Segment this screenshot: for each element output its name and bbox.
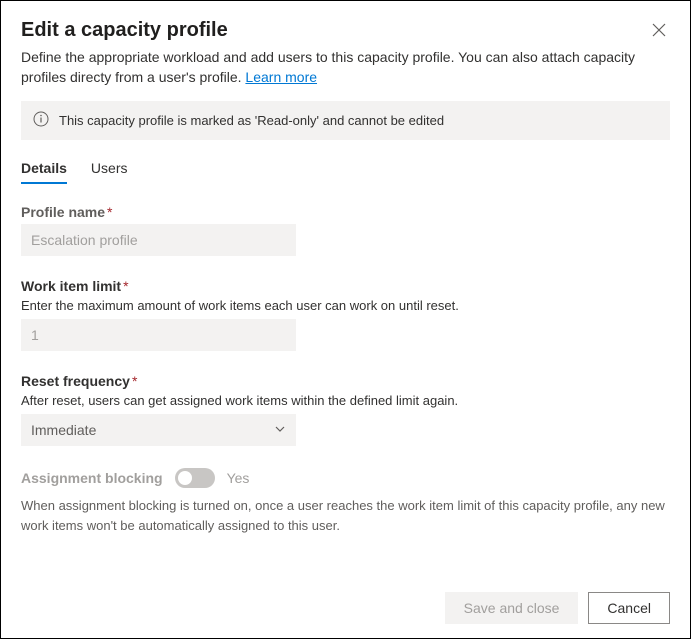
work-item-limit-input[interactable] [21, 319, 296, 351]
toggle-thumb [178, 471, 192, 485]
assignment-blocking-desc: When assignment blocking is turned on, o… [21, 496, 670, 535]
tab-users[interactable]: Users [91, 154, 128, 184]
profile-name-label: Profile name [21, 204, 105, 220]
reset-frequency-select[interactable] [21, 414, 296, 446]
tab-details[interactable]: Details [21, 154, 67, 184]
readonly-info-bar: This capacity profile is marked as 'Read… [21, 101, 670, 140]
work-item-limit-group: Work item limit* Enter the maximum amoun… [21, 278, 670, 351]
subtitle: Define the appropriate workload and add … [21, 48, 670, 87]
info-bar-text: This capacity profile is marked as 'Read… [59, 113, 444, 128]
info-icon [33, 111, 49, 130]
subtitle-text: Define the appropriate workload and add … [21, 49, 635, 85]
page-title: Edit a capacity profile [21, 19, 228, 42]
required-asterisk: * [123, 278, 128, 294]
required-asterisk: * [132, 373, 137, 389]
learn-more-link[interactable]: Learn more [245, 69, 317, 85]
profile-name-group: Profile name* [21, 204, 670, 256]
required-asterisk: * [107, 204, 112, 220]
save-and-close-button: Save and close [445, 592, 579, 624]
work-item-limit-label: Work item limit [21, 278, 121, 294]
close-icon [652, 25, 666, 40]
close-button[interactable] [648, 19, 670, 44]
reset-frequency-help: After reset, users can get assigned work… [21, 393, 670, 408]
toggle-state-text: Yes [227, 470, 250, 486]
cancel-button[interactable]: Cancel [588, 592, 670, 624]
reset-frequency-label: Reset frequency [21, 373, 130, 389]
form-content: Profile name* Work item limit* Enter the… [21, 204, 670, 580]
work-item-limit-help: Enter the maximum amount of work items e… [21, 298, 670, 313]
assignment-blocking-toggle[interactable] [175, 468, 215, 488]
assignment-blocking-label: Assignment blocking [21, 470, 163, 486]
tab-bar: Details Users [21, 154, 670, 184]
assignment-blocking-group: Assignment blocking Yes When assignment … [21, 468, 670, 535]
reset-frequency-group: Reset frequency* After reset, users can … [21, 373, 670, 446]
dialog-footer: Save and close Cancel [21, 580, 670, 624]
profile-name-input[interactable] [21, 224, 296, 256]
